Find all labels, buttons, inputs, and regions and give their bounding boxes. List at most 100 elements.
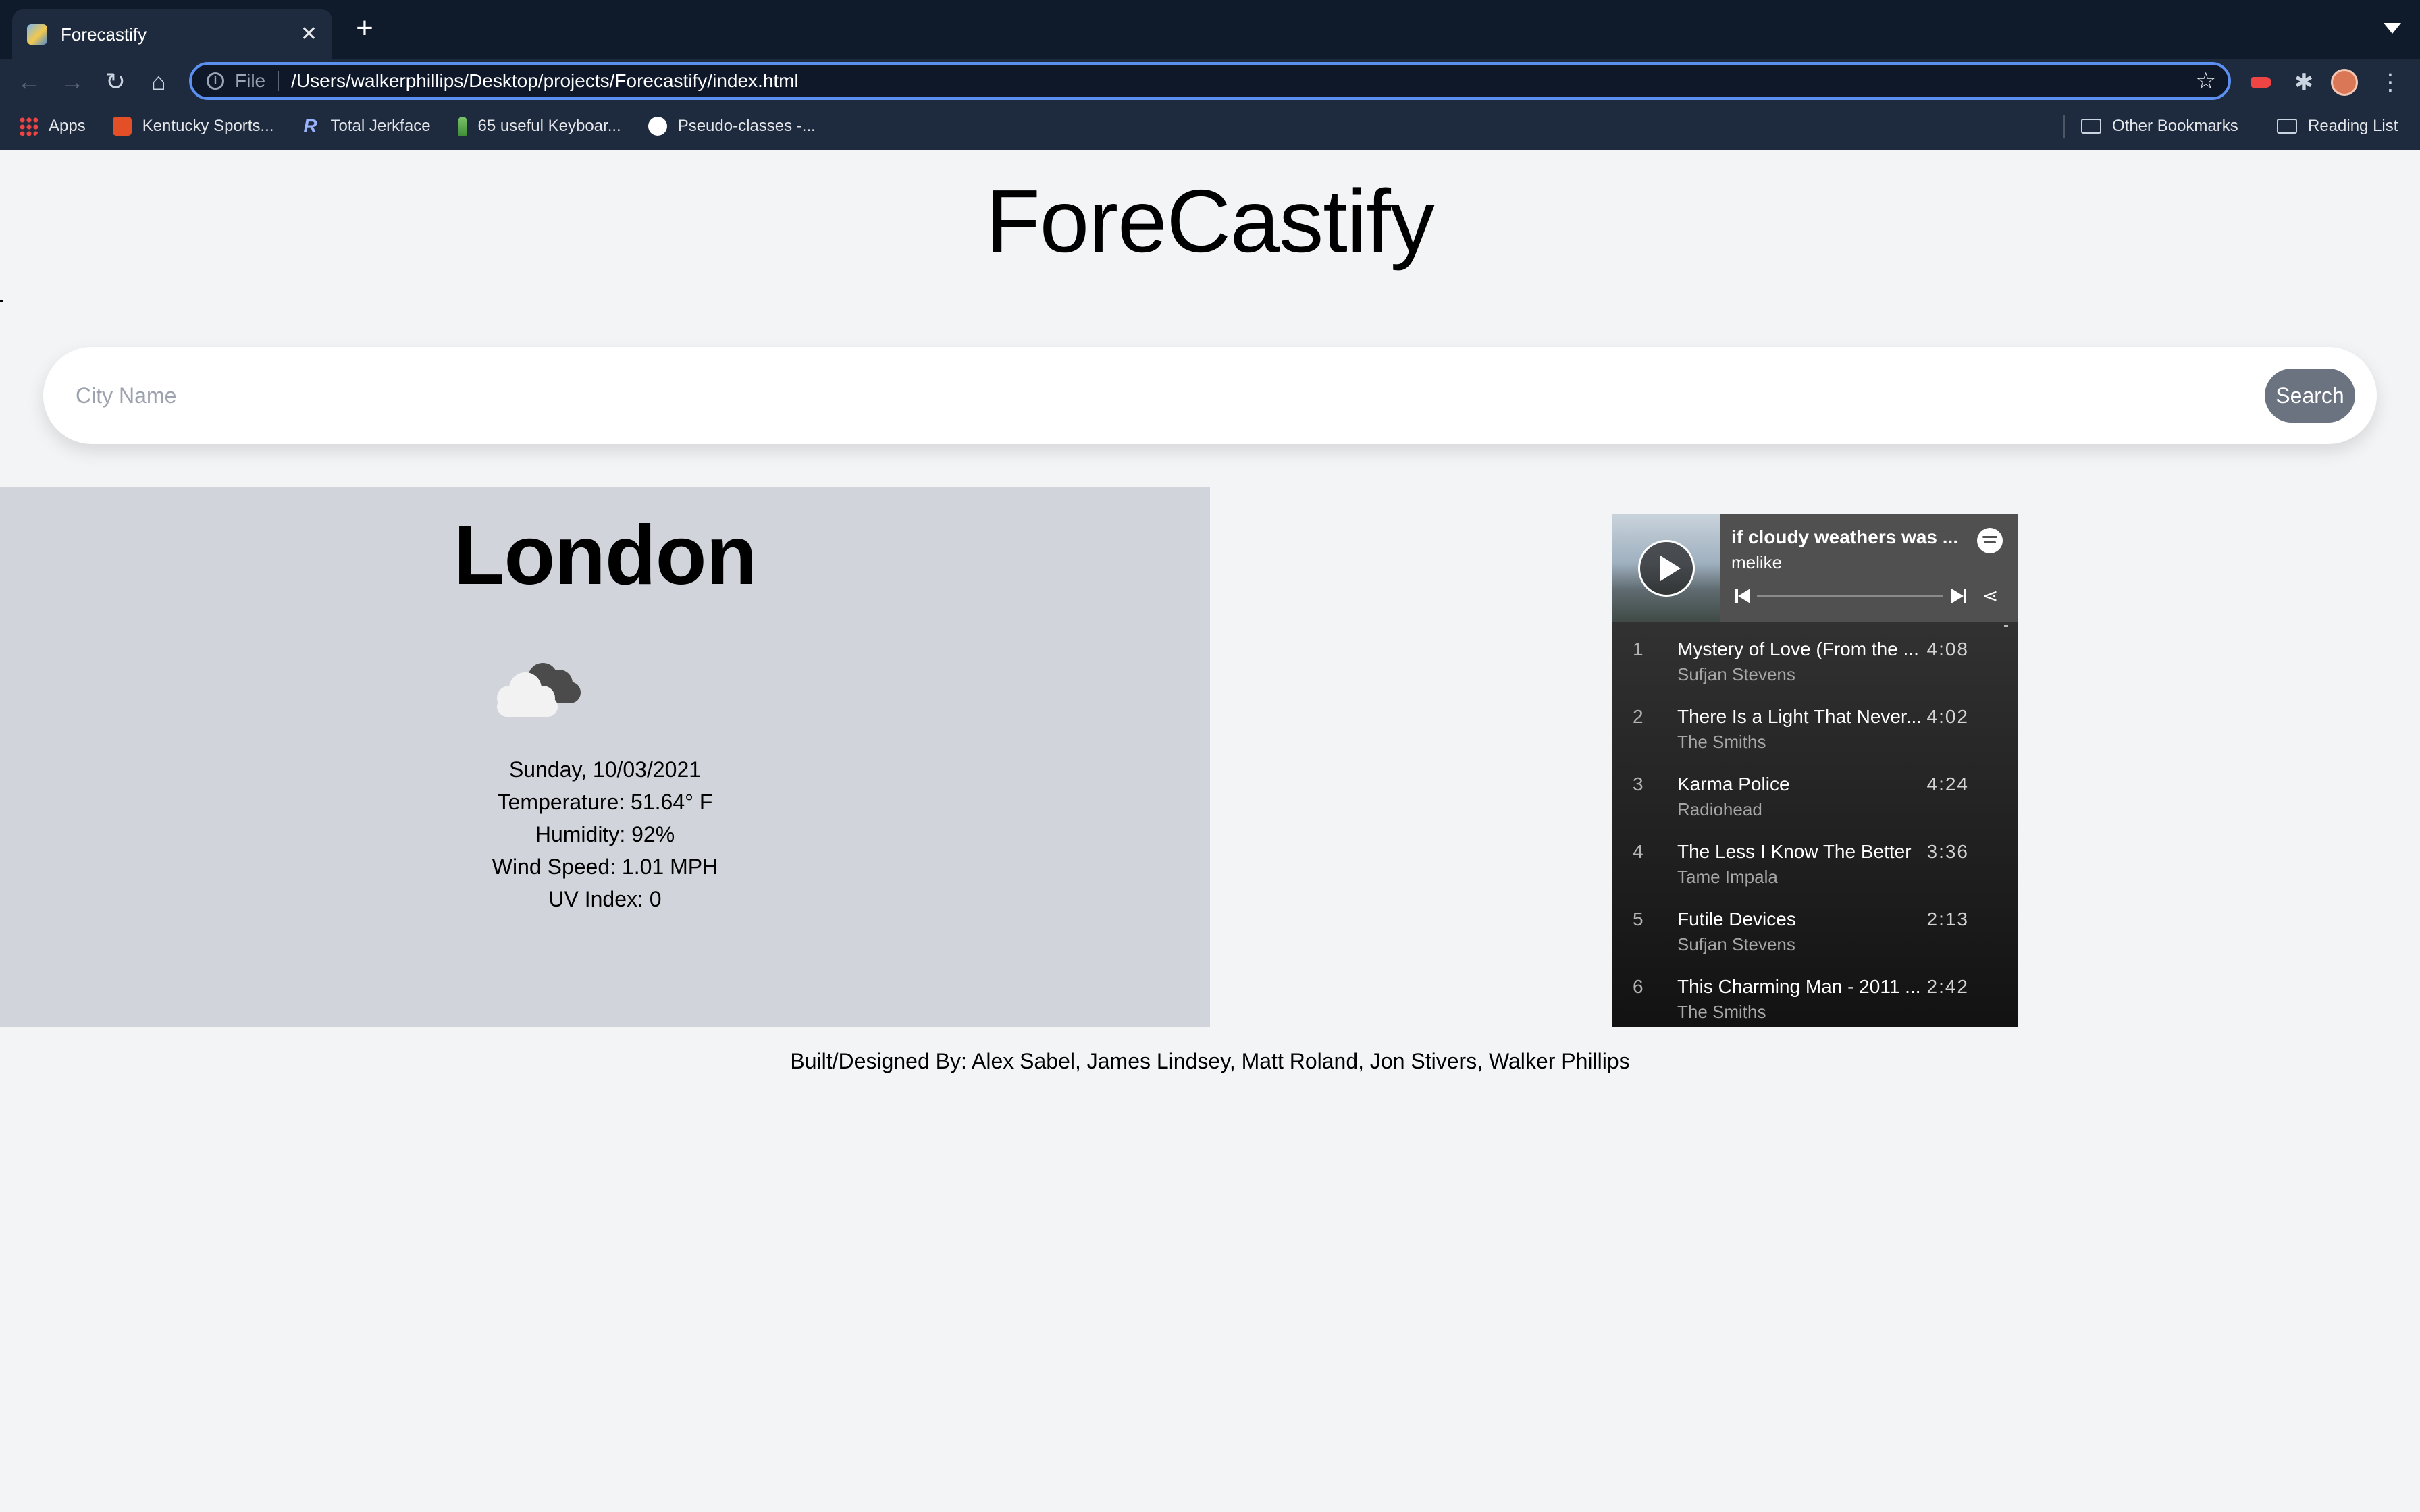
track-row[interactable]: 3 Karma Police Radiohead 4:24: [1612, 764, 2018, 832]
city-search-input[interactable]: [76, 371, 2236, 420]
bookmark-kentucky-sports[interactable]: Kentucky Sports...: [112, 117, 274, 136]
weather-humidity: Humidity: 92%: [535, 822, 675, 846]
cactus-icon: [457, 117, 467, 136]
tracklist-scrollbar[interactable]: [2004, 625, 2008, 627]
folder-icon: [2081, 119, 2101, 134]
bookmark-apps[interactable]: Apps: [19, 117, 86, 136]
track-number: 2: [1633, 706, 1643, 727]
info-icon[interactable]: i: [207, 72, 224, 90]
track-title: This Charming Man - 2011 ...: [1677, 976, 1920, 997]
track-row[interactable]: 1 Mystery of Love (From the ... Sufjan S…: [1612, 629, 2018, 697]
weather-temperature: Temperature: 51.64° F: [497, 790, 713, 814]
next-track-icon[interactable]: [1951, 589, 1966, 603]
city-name: London: [453, 509, 757, 602]
other-bookmarks-label: Other Bookmarks: [2112, 117, 2238, 135]
previous-track-icon[interactable]: [1735, 589, 1750, 603]
text-cursor-mark: [0, 300, 3, 302]
apps-grid-icon: [19, 117, 38, 136]
search-button[interactable]: Search: [2265, 369, 2355, 423]
back-arrow-icon[interactable]: ←: [12, 65, 46, 99]
weather-date: Sunday, 10/03/2021: [508, 757, 702, 782]
browser-chrome: Forecastify ✕ + ← → ↻ ⌂ i File /Users/wa…: [0, 0, 2420, 150]
spotify-embed: if cloudy weathers was ... melike ⋖ 1 My…: [1612, 514, 2018, 1027]
track-title: Futile Devices: [1677, 909, 1796, 929]
new-tab-icon[interactable]: +: [351, 14, 378, 43]
track-row[interactable]: 2 There Is a Light That Never... The Smi…: [1612, 697, 2018, 764]
track-title: Karma Police: [1677, 774, 1790, 794]
credits-footer: Built/Designed By: Alex Sabel, James Lin…: [790, 1049, 1630, 1073]
browser-menu-kebab-icon[interactable]: ⋮: [2377, 69, 2404, 96]
bookmark-label: Apps: [49, 117, 86, 135]
weather-favicon-icon: [27, 24, 47, 45]
bookmark-keyboard-shortcuts[interactable]: 65 useful Keyboar...: [457, 117, 621, 136]
tab-search-chevron-icon[interactable]: [2384, 23, 2401, 34]
omnibox-divider: [278, 71, 280, 91]
address-bar[interactable]: i File /Users/walkerphillips/Desktop/pro…: [189, 62, 2231, 100]
track-title: Mystery of Love (From the ...: [1677, 639, 1919, 659]
bookmark-label: Pseudo-classes -...: [677, 117, 816, 135]
track-duration: 4:24: [1926, 774, 1969, 794]
track-title: The Less I Know The Better: [1677, 841, 1912, 862]
weather-card: London Sunday, 10/03/2021 Temperature: 5…: [0, 487, 1210, 1027]
reading-list[interactable]: Reading List: [2277, 108, 2398, 144]
reading-list-label: Reading List: [2308, 117, 2398, 135]
other-bookmarks[interactable]: Other Bookmarks: [2081, 108, 2238, 144]
track-artist: Tame Impala: [1677, 867, 1778, 887]
tab-strip: Forecastify ✕ +: [0, 0, 2420, 59]
bookmark-label: Total Jerkface: [330, 117, 431, 135]
mdn-icon: [648, 117, 667, 136]
spotify-header: if cloudy weathers was ... melike ⋖: [1612, 514, 2018, 622]
track-number: 3: [1633, 774, 1643, 794]
html5-icon: [112, 117, 132, 136]
play-button-icon[interactable]: [1638, 540, 1695, 597]
profile-avatar[interactable]: [2331, 69, 2358, 96]
track-row[interactable]: 6 This Charming Man - 2011 ... The Smith…: [1612, 967, 2018, 1027]
cloudy-icon: [497, 663, 581, 717]
share-icon[interactable]: ⋖: [1982, 586, 2003, 606]
track-number: 4: [1633, 841, 1643, 862]
bookmark-star-icon[interactable]: ☆: [2196, 68, 2216, 94]
track-duration: 4:02: [1926, 706, 1969, 727]
bookmark-label: Kentucky Sports...: [142, 117, 274, 135]
track-duration: 2:42: [1926, 976, 1969, 997]
page-content: ForeCastify Search London Sunday, 10/03/…: [0, 150, 2420, 1512]
track-row[interactable]: 4 The Less I Know The Better Tame Impala…: [1612, 832, 2018, 899]
playback-progress-bar[interactable]: [1757, 595, 1943, 597]
extension-red-icon[interactable]: [2248, 69, 2276, 96]
track-duration: 3:36: [1926, 841, 1969, 862]
reload-icon[interactable]: ↻: [99, 65, 132, 99]
track-number: 6: [1633, 976, 1643, 997]
r-logo-icon: R: [303, 115, 317, 136]
scheme-label: File: [235, 70, 266, 91]
bookmark-total-jerkface[interactable]: R Total Jerkface: [300, 117, 430, 136]
track-number: 5: [1633, 909, 1643, 929]
reading-list-icon: [2277, 119, 2297, 134]
bookmarks-divider: [2063, 115, 2065, 138]
forward-arrow-icon[interactable]: →: [55, 65, 89, 99]
home-icon[interactable]: ⌂: [142, 65, 176, 99]
bookmarks-bar: Apps Kentucky Sports... R Total Jerkface…: [0, 108, 2420, 144]
search-bar: Search: [43, 347, 2377, 444]
track-artist: The Smiths: [1677, 1002, 1766, 1022]
track-number: 1: [1633, 639, 1643, 659]
playlist-title[interactable]: if cloudy weathers was ...: [1731, 526, 1961, 548]
track-list: 1 Mystery of Love (From the ... Sufjan S…: [1612, 629, 2018, 1027]
track-artist: Radiohead: [1677, 799, 1762, 819]
track-artist: Sufjan Stevens: [1677, 664, 1795, 684]
url-text[interactable]: /Users/walkerphillips/Desktop/projects/F…: [291, 70, 2195, 92]
track-row[interactable]: 5 Futile Devices Sufjan Stevens 2:13: [1612, 899, 2018, 967]
track-title: There Is a Light That Never...: [1677, 706, 1920, 727]
spotify-logo-icon[interactable]: [1977, 528, 2003, 554]
bookmark-pseudo-classes[interactable]: Pseudo-classes -...: [648, 117, 816, 136]
track-artist: Sufjan Stevens: [1677, 934, 1795, 954]
close-tab-icon[interactable]: ✕: [300, 24, 317, 45]
playlist-owner[interactable]: melike: [1731, 552, 1782, 573]
track-duration: 2:13: [1926, 909, 1969, 929]
tab-title: Forecastify: [61, 24, 147, 45]
app-title: ForeCastify: [986, 171, 1435, 271]
bookmark-label: 65 useful Keyboar...: [477, 117, 621, 135]
tab-forecastify[interactable]: Forecastify ✕: [12, 9, 332, 59]
weather-stats: Sunday, 10/03/2021 Temperature: 51.64° F…: [0, 753, 1210, 915]
track-duration: 4:08: [1926, 639, 1969, 659]
extensions-puzzle-icon[interactable]: ✱: [2290, 69, 2317, 96]
